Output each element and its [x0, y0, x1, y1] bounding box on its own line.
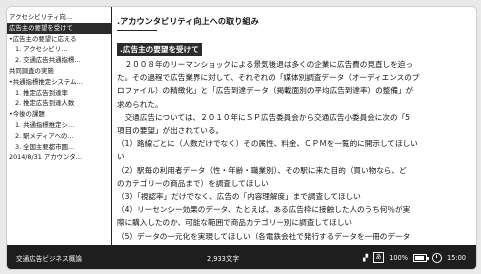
clock-time: 15:00: [446, 253, 466, 262]
status-bar: 交通広告ビジネス概論 2,933文字 ▞ あ 100% 15:00: [7, 245, 476, 269]
text-line: のカテゴリーの商品まで）を調査してほしい: [117, 178, 269, 188]
reader-screen: アクセシビリティ向… 広告主の要望を受けて •広告主の要望に応える 1. アクセシビリ…: [6, 6, 477, 270]
book-title: 交通広告ビジネス概論: [16, 255, 82, 263]
title-underline: [117, 30, 157, 31]
battery-percent: 100%: [389, 253, 408, 262]
text-line: 項目の要望」が出されている。: [117, 126, 224, 136]
document-title: .アカウンタビリティ向上への取り組み: [117, 16, 259, 26]
char-count: 2,933文字: [207, 255, 240, 263]
text-line: ２００８年のリーマンショックによる景気後退は多くの企業に広告費の見直しを迫っ: [117, 60, 413, 69]
text-line: （1）路線ごとに（人数だけでなく）その属性、料金、ＣＰＭを一覧的に開示してほしい: [117, 139, 418, 149]
sidebar-item[interactable]: 共同調査の実施: [7, 66, 111, 77]
document-view: .アカウンタビリティ向上への取り組み .広告主の要望を受けて ２００８年のリーマ…: [117, 11, 472, 243]
sidebar-item[interactable]: 2. 駅メディアへの…: [7, 131, 111, 142]
battery-icon: [412, 253, 429, 262]
keyboard-icon: ▞: [363, 253, 369, 262]
sidebar-item[interactable]: 1. 推定広告到達率: [7, 88, 111, 99]
sidebar-item[interactable]: •広告主の要望に応える: [7, 34, 111, 45]
text-line: た。その過程で広告業界に対して、それぞれの「媒体別調査データ（オーディエンスのプ: [117, 73, 420, 83]
text-line: い: [117, 152, 125, 162]
text-line: （2）駅毎の利用者データ（性・年齢・職業別）、その駅に来た目的（買い物なら、ど: [117, 165, 407, 175]
sidebar-item[interactable]: •今後の課題: [7, 109, 111, 120]
table-of-contents: アクセシビリティ向… 広告主の要望を受けて •広告主の要望に応える 1. アクセシビリ…: [7, 7, 112, 250]
sidebar-item[interactable]: 広告主の要望を受けて: [7, 22, 111, 34]
text-line: 求められた。: [117, 99, 163, 109]
sidebar-item[interactable]: 1. アクセシビリ…: [7, 44, 111, 55]
text-line: 交通広告については、２０１０年にＳＰ広告委員会から交通広告小委員会に次の「5: [117, 112, 411, 122]
sidebar-item[interactable]: 3. 全国主要都市圏…: [7, 142, 111, 153]
status-indicators: ▞ あ 100% 15:00: [363, 252, 466, 263]
text-line: ロファイル）の精緻化」と「広告到達データ（掲載面別の平均広告到達率）の整備」が: [117, 86, 414, 96]
text-line: （4）リーセンシー効果のデータ、たとえば、ある広告枠に接触した人のうち何％が実: [117, 205, 411, 215]
sidebar-item[interactable]: アクセシビリティ向…: [7, 12, 111, 23]
sidebar-item[interactable]: 1. 共通指標推定シ…: [7, 120, 111, 131]
sidebar-item[interactable]: 2. 推定広告到達人数: [7, 98, 111, 109]
sidebar-item[interactable]: 2014/8/31 アカウンタ…: [7, 152, 111, 163]
document-body: ２００８年のリーマンショックによる景気後退は多くの企業に広告費の見直しを迫っ た。…: [117, 58, 472, 243]
text-line: （3）「視認率」だけでなく、広告の「内容理解度」まで調査してほしい: [117, 192, 361, 202]
sidebar-item[interactable]: 2. 交通広告共通指標…: [7, 55, 111, 66]
ime-mode-indicator[interactable]: あ: [373, 252, 385, 263]
section-heading: .広告主の要望を受けて: [117, 43, 202, 56]
text-line: （5）データの一元化を実現してほしい（各電鉄会社で発行するデータを一冊のデータ: [117, 231, 411, 241]
text-line: 際に購入したのか、可能な範囲で商品カテゴリー別に調査してほしい: [117, 218, 353, 228]
clock-icon: [431, 252, 442, 263]
sidebar-item[interactable]: •共通指標推定システム…: [7, 77, 111, 88]
